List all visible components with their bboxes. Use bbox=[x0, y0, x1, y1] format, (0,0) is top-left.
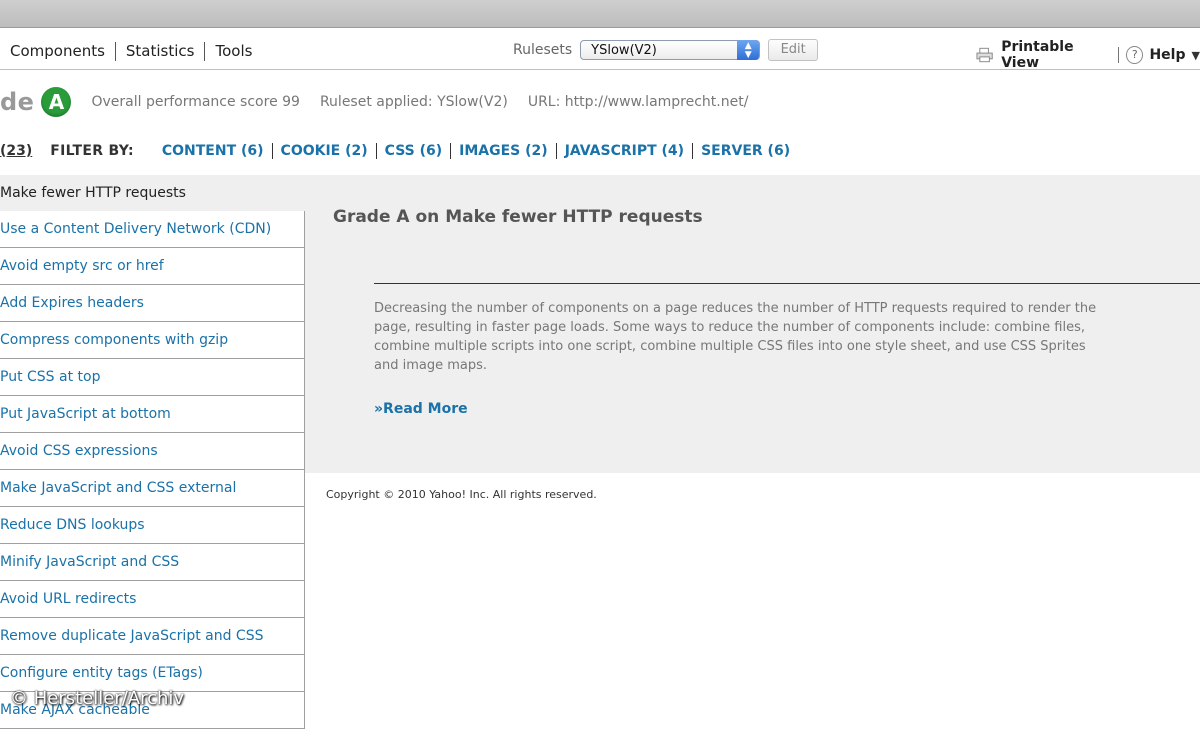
edit-button[interactable]: Edit bbox=[768, 39, 819, 61]
sidebar-item-redirects[interactable]: Avoid URL redirects bbox=[0, 581, 305, 618]
ruleset-select[interactable]: YSlow(V2) ▲ ▼ bbox=[580, 40, 761, 60]
filter-javascript[interactable]: JAVASCRIPT (4) bbox=[557, 143, 694, 159]
filter-css[interactable]: CSS (6) bbox=[377, 143, 452, 159]
filter-images[interactable]: IMAGES (2) bbox=[451, 143, 557, 159]
printer-icon[interactable] bbox=[976, 47, 993, 63]
filter-cookie[interactable]: COOKIE (2) bbox=[273, 143, 377, 159]
filter-label: FILTER BY: bbox=[50, 143, 134, 159]
tab-components[interactable]: Components bbox=[0, 42, 116, 61]
filter-server[interactable]: SERVER (6) bbox=[693, 143, 798, 159]
description-line: Decreasing the number of components on a… bbox=[374, 301, 1097, 316]
description-line: and image maps. bbox=[374, 358, 488, 373]
tab-statistics[interactable]: Statistics bbox=[116, 42, 206, 61]
select-arrows-icon[interactable]: ▲ ▼ bbox=[737, 40, 760, 60]
nav-separator bbox=[1118, 47, 1120, 63]
detail-title: Grade A on Make fewer HTTP requests bbox=[333, 207, 703, 227]
grade-heading: de bbox=[0, 88, 35, 116]
copyright-text: Copyright © 2010 Yahoo! Inc. All rights … bbox=[326, 488, 597, 501]
overall-score: Overall performance score 99 bbox=[91, 94, 300, 110]
printable-view-link[interactable]: Printable View bbox=[1001, 39, 1111, 71]
divider bbox=[374, 283, 1200, 284]
rules-sidebar: Make fewer HTTP requests Use a Content D… bbox=[0, 175, 305, 729]
sidebar-item-js-bottom[interactable]: Put JavaScript at bottom bbox=[0, 396, 305, 433]
sidebar-item-fewer-http-requests[interactable]: Make fewer HTTP requests bbox=[0, 175, 305, 211]
help-icon[interactable]: ? bbox=[1126, 46, 1144, 64]
read-more-link[interactable]: »Read More bbox=[374, 401, 468, 417]
sidebar-item-css-expressions[interactable]: Avoid CSS expressions bbox=[0, 433, 305, 470]
chevron-down-icon[interactable]: ▼ bbox=[1192, 49, 1200, 62]
help-link[interactable]: Help bbox=[1149, 47, 1185, 63]
description-line: page, resulting in faster page loads. So… bbox=[374, 320, 1086, 335]
sidebar-item-etags[interactable]: Configure entity tags (ETags) bbox=[0, 655, 305, 692]
sidebar-item-css-top[interactable]: Put CSS at top bbox=[0, 359, 305, 396]
filter-content[interactable]: CONTENT (6) bbox=[154, 143, 273, 159]
right-nav: Printable View ? Help ▼ bbox=[976, 39, 1200, 71]
browser-top-strip bbox=[0, 0, 1200, 28]
grade-row: de A Overall performance score 99 Rulese… bbox=[0, 84, 748, 120]
all-count-link[interactable]: (23) bbox=[0, 143, 32, 159]
top-navbar: Components Statistics Tools Rulesets YSl… bbox=[0, 28, 1200, 71]
rulesets-control: Rulesets YSlow(V2) ▲ ▼ Edit bbox=[513, 39, 819, 61]
watermark: © Hersteller/Archiv bbox=[10, 688, 185, 709]
page-url: URL: http://www.lamprecht.net/ bbox=[527, 94, 749, 110]
rulesets-label: Rulesets bbox=[513, 42, 573, 58]
sidebar-item-minify[interactable]: Minify JavaScript and CSS bbox=[0, 544, 305, 581]
sidebar-item-empty-src[interactable]: Avoid empty src or href bbox=[0, 248, 305, 285]
ruleset-selected-value: YSlow(V2) bbox=[591, 43, 657, 58]
tab-tools[interactable]: Tools bbox=[205, 42, 262, 61]
sidebar-item-dns[interactable]: Reduce DNS lookups bbox=[0, 507, 305, 544]
main-tabs: Components Statistics Tools bbox=[0, 42, 262, 61]
sidebar-item-external[interactable]: Make JavaScript and CSS external bbox=[0, 470, 305, 507]
grade-badge: A bbox=[41, 87, 72, 117]
ruleset-applied: Ruleset applied: YSlow(V2) bbox=[319, 94, 508, 110]
sidebar-item-gzip[interactable]: Compress components with gzip bbox=[0, 322, 305, 359]
filter-bar: (23) FILTER BY: CONTENT (6) COOKIE (2) C… bbox=[0, 140, 798, 162]
detail-description: Decreasing the number of components on a… bbox=[374, 299, 1200, 375]
sidebar-item-duplicates[interactable]: Remove duplicate JavaScript and CSS bbox=[0, 618, 305, 655]
description-line: combine multiple scripts into one script… bbox=[374, 339, 1086, 354]
sidebar-item-cdn[interactable]: Use a Content Delivery Network (CDN) bbox=[0, 211, 305, 248]
sidebar-item-expires-headers[interactable]: Add Expires headers bbox=[0, 285, 305, 322]
